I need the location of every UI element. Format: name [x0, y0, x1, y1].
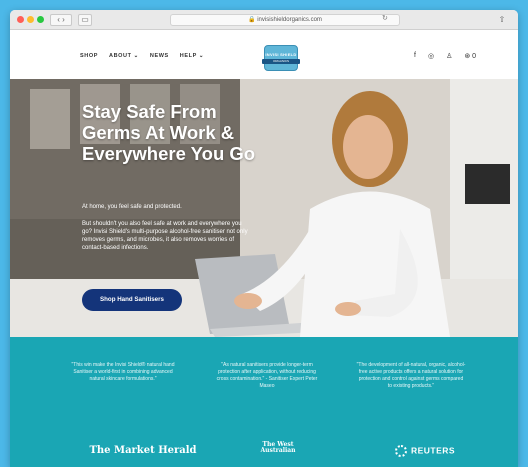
- west-australian-logo: The West Australian: [260, 441, 296, 454]
- nav-help[interactable]: HELP ⌄: [180, 53, 204, 59]
- site-logo[interactable]: INVISI SHIELD ORGANICS: [262, 45, 300, 71]
- reuters-label: REUTERS: [410, 445, 456, 456]
- logo-text: INVISI SHIELD: [265, 52, 297, 57]
- header-icons: f ◎ ♙ ⊛ 0: [414, 52, 476, 60]
- address-url: invisishieldorganics.com: [257, 17, 322, 23]
- hero-subtitle: At home, you feel safe and protected.: [82, 204, 182, 210]
- press-quote-2: "As natural sanitisers provide longer-te…: [216, 362, 318, 389]
- main-nav: SHOP ABOUT ⌄ NEWS HELP ⌄: [80, 53, 204, 59]
- press-quote-3: "The development of all-natural, organic…: [356, 362, 466, 389]
- reuters-logo: REUTERS: [380, 445, 470, 457]
- nav-about[interactable]: ABOUT ⌄: [109, 53, 139, 59]
- nav-news[interactable]: NEWS: [150, 53, 169, 59]
- account-icon[interactable]: ♙: [446, 52, 452, 60]
- reuters-icon: [394, 445, 407, 457]
- browser-window: ‹ › ▭ 🔒 invisishieldorganics.com ↻ ⇧ SHO…: [10, 10, 518, 467]
- address-bar[interactable]: 🔒 invisishieldorganics.com: [170, 14, 400, 26]
- lock-icon: 🔒: [248, 17, 256, 23]
- site-header: SHOP ABOUT ⌄ NEWS HELP ⌄ INVISI SHIELD O…: [10, 31, 518, 79]
- facebook-icon[interactable]: f: [414, 52, 416, 60]
- shop-hand-sanitisers-button[interactable]: Shop Hand Sanitisers: [82, 289, 182, 311]
- nav-shop[interactable]: SHOP: [80, 53, 98, 59]
- logo-band: ORGANICS: [262, 59, 300, 64]
- back-forward-buttons[interactable]: ‹ ›: [50, 14, 72, 26]
- minimize-window-button[interactable]: [27, 16, 34, 23]
- share-icon[interactable]: ⇧: [496, 14, 508, 26]
- hero-description: But shouldn't you also feel safe at work…: [82, 221, 248, 251]
- browser-toolbar: ‹ › ▭ 🔒 invisishieldorganics.com ↻ ⇧: [10, 10, 518, 30]
- hero-section: Stay Safe From Germs At Work & Everywher…: [10, 79, 518, 337]
- close-window-button[interactable]: [17, 16, 24, 23]
- reload-icon[interactable]: ↻: [382, 14, 388, 22]
- hero-title: Stay Safe From Germs At Work & Everywher…: [82, 101, 256, 164]
- instagram-icon[interactable]: ◎: [428, 52, 434, 60]
- maximize-window-button[interactable]: [37, 16, 44, 23]
- market-herald-logo: The Market Herald: [89, 445, 197, 456]
- press-quote-1: "This win make the Invisi Shield® natura…: [71, 362, 175, 382]
- press-section: "This win make the Invisi Shield® natura…: [10, 337, 518, 467]
- sidebar-toggle-button[interactable]: ▭: [78, 14, 92, 26]
- cart-icon[interactable]: ⊛ 0: [464, 52, 476, 60]
